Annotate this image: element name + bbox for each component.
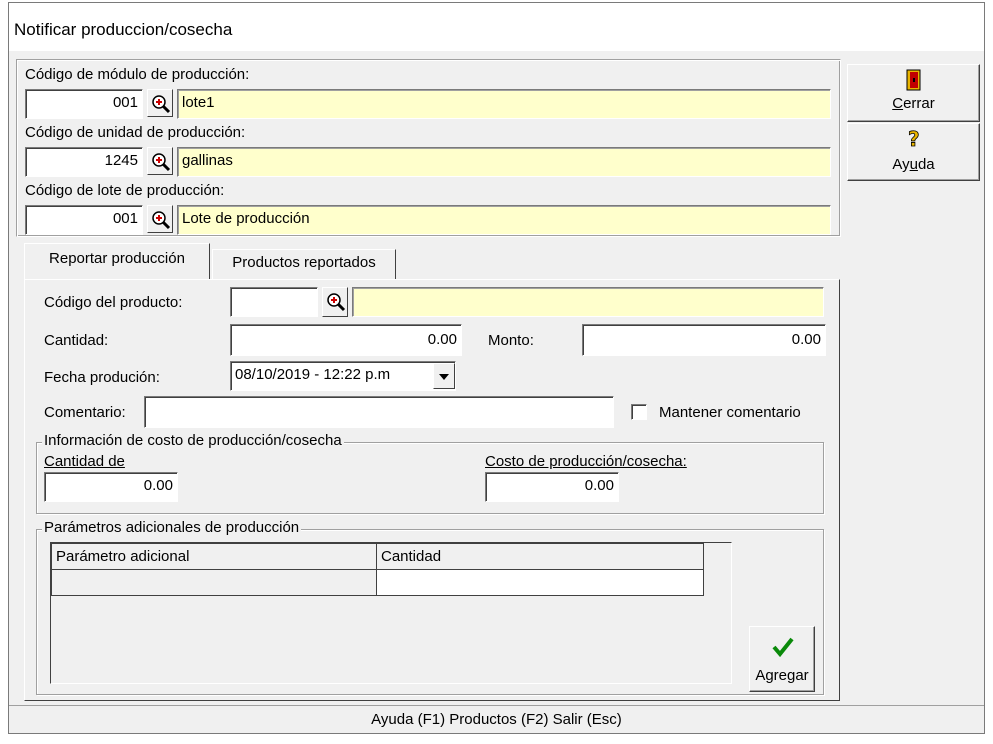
exit-door-icon xyxy=(906,69,921,91)
costo-produccion-label: Costo de producción/cosecha: xyxy=(485,453,687,470)
producto-code-input[interactable] xyxy=(230,287,318,317)
monto-label: Monto: xyxy=(488,332,534,349)
tab-reportar-produccion[interactable]: Reportar producción xyxy=(24,243,210,281)
unidad-search-button[interactable] xyxy=(147,147,173,175)
unidad-code-input[interactable]: 1245 xyxy=(25,147,143,177)
table-cell[interactable] xyxy=(51,569,377,596)
params-grid-container: Parámetro adicional Cantidad xyxy=(50,542,732,684)
ayuda-label: Ayuda xyxy=(892,156,935,173)
params-column-header: Parámetro adicional xyxy=(51,543,377,570)
tab-productos-reportados[interactable]: Productos reportados xyxy=(212,249,396,281)
magnifier-icon xyxy=(152,211,171,230)
svg-text:?: ? xyxy=(908,128,920,150)
costo-cantidad-input[interactable]: 0.00 xyxy=(44,472,178,502)
table-row[interactable] xyxy=(51,569,704,596)
window-title: Notificar produccion/cosecha xyxy=(14,20,233,39)
ayuda-button[interactable]: ? Ayuda xyxy=(847,123,980,181)
fecha-label: Fecha produción: xyxy=(44,369,160,386)
params-group-legend: Parámetros adicionales de producción xyxy=(42,519,302,536)
main-window: Notificar produccion/cosecha Código de m… xyxy=(8,2,985,734)
costo-produccion-input[interactable]: 0.00 xyxy=(485,472,619,502)
cantidad-input[interactable]: 0.00 xyxy=(230,324,462,356)
producto-label: Código del producto: xyxy=(44,294,183,311)
agregar-label: Agregar xyxy=(755,667,809,684)
fecha-picker[interactable]: 08/10/2019 - 12:22 p.m xyxy=(230,361,456,391)
agregar-button[interactable]: Agregar xyxy=(749,626,815,692)
lote-search-button[interactable] xyxy=(147,205,173,233)
tab-panel: Código del producto: Cantidad: 0.00 Mont… xyxy=(24,279,840,701)
fecha-value: 08/10/2019 - 12:22 p.m xyxy=(235,366,391,383)
title-bar: Notificar produccion/cosecha xyxy=(9,3,984,51)
producto-search-button[interactable] xyxy=(322,287,348,317)
lote-name-field: Lote de producción xyxy=(177,205,831,235)
lote-code-input[interactable]: 001 xyxy=(25,205,143,235)
comentario-label: Comentario: xyxy=(44,404,126,421)
producto-name-field xyxy=(352,287,824,317)
lote-label: Código de lote de producción: xyxy=(25,182,225,199)
help-question-icon: ? xyxy=(908,128,920,150)
cantidad-label: Cantidad: xyxy=(44,332,109,349)
mantener-comentario-label: Mantener comentario xyxy=(659,404,801,421)
cerrar-button[interactable]: Cerrar xyxy=(847,64,980,122)
magnifier-icon xyxy=(327,293,346,312)
modulo-search-button[interactable] xyxy=(147,89,173,117)
costo-cantidad-label: Cantidad de xyxy=(44,453,125,470)
mantener-comentario-checkbox[interactable] xyxy=(631,404,647,420)
monto-input[interactable]: 0.00 xyxy=(582,324,826,356)
costo-group-legend: Información de costo de producción/cosec… xyxy=(42,432,344,449)
table-cell[interactable] xyxy=(376,569,704,596)
unidad-label: Código de unidad de producción: xyxy=(25,124,246,141)
fecha-dropdown-button[interactable] xyxy=(433,363,455,389)
comentario-input[interactable] xyxy=(144,396,614,428)
header-group: Código de módulo de producción: 001 lote… xyxy=(16,59,841,237)
cerrar-label: Cerrar xyxy=(892,95,935,112)
checkmark-icon xyxy=(772,637,794,657)
params-table-header: Parámetro adicional Cantidad xyxy=(51,543,704,570)
status-bar: Ayuda (F1) Productos (F2) Salir (Esc) xyxy=(9,705,984,733)
unidad-name-field: gallinas xyxy=(177,147,831,177)
modulo-code-input[interactable]: 001 xyxy=(25,89,143,119)
modulo-label: Código de módulo de producción: xyxy=(25,66,250,83)
params-column-header: Cantidad xyxy=(376,543,704,570)
magnifier-icon xyxy=(152,153,171,172)
modulo-name-field: lote1 xyxy=(177,89,831,119)
params-table[interactable]: Parámetro adicional Cantidad xyxy=(51,543,704,596)
magnifier-icon xyxy=(152,95,171,114)
